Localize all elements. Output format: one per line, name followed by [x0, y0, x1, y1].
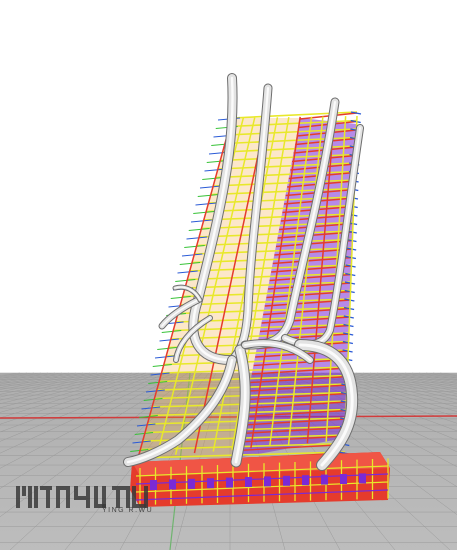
logo-block [66, 490, 70, 508]
logo-block [28, 486, 32, 508]
3d-viewport[interactable]: YING R.WU [0, 0, 457, 550]
logo-block [16, 486, 20, 508]
base-panel [245, 477, 252, 487]
logo-block [60, 486, 70, 490]
base-panel [207, 478, 214, 489]
logo-block [86, 486, 90, 508]
logo-block [94, 486, 98, 508]
logo-block [34, 486, 38, 508]
base-panel [359, 473, 366, 484]
base-panel [321, 474, 328, 485]
logo-block [78, 496, 86, 500]
logo-block [22, 486, 26, 496]
logo-caption: YING R.WU [102, 507, 154, 514]
base-panel [188, 478, 195, 489]
base-panel [226, 477, 233, 488]
logo-block [46, 490, 50, 508]
logo-block [40, 486, 52, 490]
scene-render [0, 0, 457, 550]
logo-block [112, 486, 126, 490]
logo-block [144, 486, 148, 508]
base-panel [302, 475, 309, 486]
base-panel [169, 479, 176, 490]
logo-block [126, 486, 130, 508]
logo-block [56, 486, 60, 508]
base-panel [264, 476, 271, 487]
base-panel [283, 475, 290, 486]
logo-block [132, 486, 136, 508]
logo-block [116, 490, 120, 508]
base-panel [340, 474, 347, 484]
logo-block [74, 486, 78, 500]
